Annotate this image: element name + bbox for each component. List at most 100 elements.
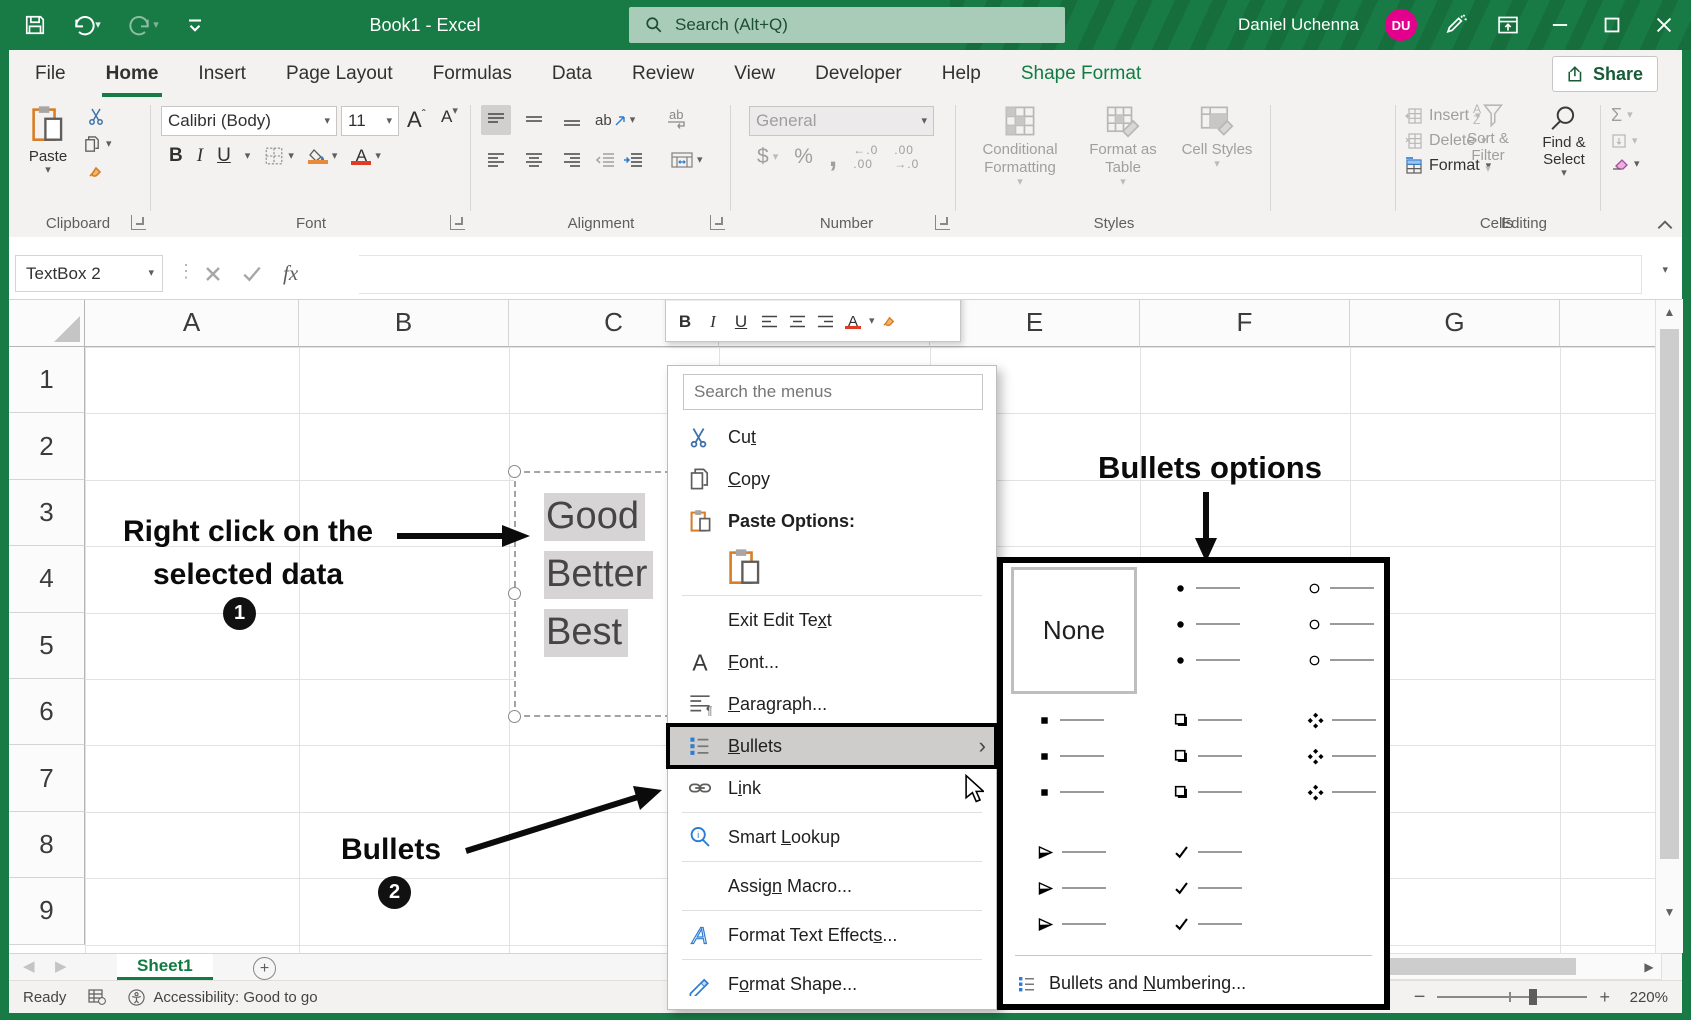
tab-home[interactable]: Home: [86, 50, 179, 97]
orientation-button[interactable]: ab▾: [595, 112, 635, 129]
format-as-table-button[interactable]: Format as Table ▾: [1077, 104, 1169, 188]
decrease-font-size-button[interactable]: A▾: [441, 107, 458, 127]
row-header-6[interactable]: 6: [9, 679, 85, 745]
zoom-out-icon[interactable]: −: [1414, 986, 1426, 1009]
wrap-text-button[interactable]: ab: [667, 110, 685, 130]
mini-format-painter-icon[interactable]: [879, 307, 903, 337]
sort-filter-button[interactable]: AZ Sort & Filter ▾: [1449, 104, 1527, 175]
bullet-option-hollow-circle-bullets[interactable]: [1307, 577, 1423, 671]
cancel-entry-icon[interactable]: [205, 266, 221, 282]
formula-input[interactable]: [359, 255, 1642, 294]
mini-bold-button[interactable]: B: [673, 307, 697, 337]
user-name[interactable]: Daniel Uchenna: [1238, 15, 1359, 35]
borders-button[interactable]: ▾: [264, 146, 294, 166]
maximize-button[interactable]: [1599, 12, 1625, 38]
vertical-scroll-thumb[interactable]: [1660, 329, 1679, 859]
ribbon-display-options-icon[interactable]: [1495, 12, 1521, 38]
row-header-9[interactable]: 9: [9, 878, 85, 944]
avatar[interactable]: DU: [1385, 9, 1417, 41]
row-header-7[interactable]: 7: [9, 745, 85, 811]
mini-italic-button[interactable]: I: [701, 307, 725, 337]
bullet-option-check-bullets[interactable]: [1173, 841, 1289, 935]
search-box[interactable]: Search (Alt+Q): [629, 7, 1065, 43]
mini-underline-button[interactable]: U: [729, 307, 753, 337]
column-header-blank[interactable]: [1560, 299, 1662, 347]
tab-help[interactable]: Help: [922, 50, 1001, 97]
clipboard-dialog-launcher-icon[interactable]: [131, 215, 146, 230]
column-header-B[interactable]: B: [299, 299, 509, 347]
close-button[interactable]: [1651, 12, 1677, 38]
redo-button[interactable]: ▾: [124, 12, 164, 38]
textbox-handle-top-left[interactable]: [508, 465, 521, 478]
formula-bar-gripper-icon[interactable]: ⋮: [177, 261, 195, 282]
previous-sheet-icon[interactable]: ◀: [23, 957, 35, 975]
decrease-decimal-button[interactable]: .00→.0: [894, 143, 919, 171]
cell-styles-button[interactable]: Cell Styles ▾: [1175, 104, 1259, 170]
zoom-in-icon[interactable]: +: [1599, 987, 1610, 1008]
copy-button[interactable]: ▾: [83, 135, 112, 154]
customize-quick-access-icon[interactable]: [182, 12, 208, 38]
row-header-3[interactable]: 3: [9, 480, 85, 546]
increase-font-size-button[interactable]: Aˆ: [407, 107, 426, 133]
mini-align-left-icon[interactable]: [757, 307, 781, 337]
clear-button[interactable]: ▾: [1611, 156, 1640, 172]
name-box[interactable]: TextBox 2 ▾: [15, 255, 163, 292]
tab-review[interactable]: Review: [612, 50, 714, 97]
menu-item-smart-lookup[interactable]: iSmart Lookup: [668, 816, 996, 858]
comma-style-button[interactable]: ,: [829, 148, 837, 166]
bullet-option-none[interactable]: None: [1011, 567, 1137, 694]
bullet-option-arrow-bullets[interactable]: [1037, 841, 1153, 935]
underline-dropdown-icon[interactable]: ▾: [245, 151, 251, 162]
row-header-8[interactable]: 8: [9, 812, 85, 878]
font-color-button[interactable]: A▾: [351, 148, 381, 165]
sheet-tab-sheet1[interactable]: Sheet1: [117, 954, 213, 980]
bullet-option-filled-circle-bullets[interactable]: [1173, 577, 1289, 671]
bullet-option-diamond-bullets[interactable]: [1307, 709, 1423, 803]
tab-formulas[interactable]: Formulas: [413, 50, 532, 97]
bold-button[interactable]: B: [169, 145, 183, 167]
percent-style-button[interactable]: %: [794, 145, 813, 169]
menu-item-paragraph[interactable]: ¶Paragraph...: [668, 683, 996, 725]
menu-item-cut[interactable]: Cut: [668, 416, 996, 458]
bullet-option-filled-square-bullets[interactable]: [1037, 709, 1153, 803]
row-header-5[interactable]: 5: [9, 613, 85, 679]
font-size-combo[interactable]: 11▾: [341, 106, 399, 136]
mini-center-icon[interactable]: [785, 307, 809, 337]
undo-button[interactable]: ▾: [66, 12, 106, 38]
align-right-button[interactable]: [557, 145, 587, 175]
menu-item-paste-options[interactable]: Paste Options:: [668, 500, 996, 542]
paste-option-keep-source-formatting-icon[interactable]: [728, 547, 762, 587]
minimize-button[interactable]: [1547, 12, 1573, 38]
merge-center-button[interactable]: ▾: [671, 152, 703, 168]
mini-font-color-button[interactable]: A: [841, 307, 865, 337]
column-header-G[interactable]: G: [1350, 299, 1560, 347]
select-all-corner[interactable]: [9, 299, 85, 347]
menu-item-copy[interactable]: Copy: [668, 458, 996, 500]
bottom-align-button[interactable]: [557, 105, 587, 135]
cut-button[interactable]: [83, 107, 112, 127]
tab-view[interactable]: View: [714, 50, 795, 97]
zoom-level[interactable]: 220%: [1622, 989, 1668, 1006]
number-dialog-launcher-icon[interactable]: [935, 215, 950, 230]
new-sheet-button[interactable]: +: [253, 957, 276, 980]
share-button[interactable]: Share: [1552, 56, 1658, 92]
collapse-ribbon-icon[interactable]: [1657, 219, 1673, 231]
menu-item-assign-macro[interactable]: Assign Macro...: [668, 865, 996, 907]
menu-item-bullets[interactable]: Bullets›: [668, 725, 996, 767]
top-align-button[interactable]: [481, 105, 511, 135]
decrease-indent-button[interactable]: [595, 152, 615, 168]
underline-button[interactable]: U: [217, 145, 231, 167]
macro-record-icon[interactable]: [88, 989, 106, 1005]
bullet-option-shadow-square-bullets[interactable]: [1173, 709, 1289, 803]
menu-item-font[interactable]: AFont...: [668, 641, 996, 683]
column-header-A[interactable]: A: [85, 299, 299, 347]
increase-indent-button[interactable]: [623, 152, 643, 168]
column-header-F[interactable]: F: [1140, 299, 1350, 347]
coming-soon-icon[interactable]: [1443, 12, 1469, 38]
number-format-combo[interactable]: General▾: [749, 106, 934, 136]
insert-function-icon[interactable]: fx: [283, 261, 298, 286]
mini-align-right-icon[interactable]: [813, 307, 837, 337]
scroll-up-icon[interactable]: ▲: [1656, 299, 1683, 325]
tab-developer[interactable]: Developer: [795, 50, 922, 97]
zoom-slider[interactable]: [1437, 988, 1587, 1006]
